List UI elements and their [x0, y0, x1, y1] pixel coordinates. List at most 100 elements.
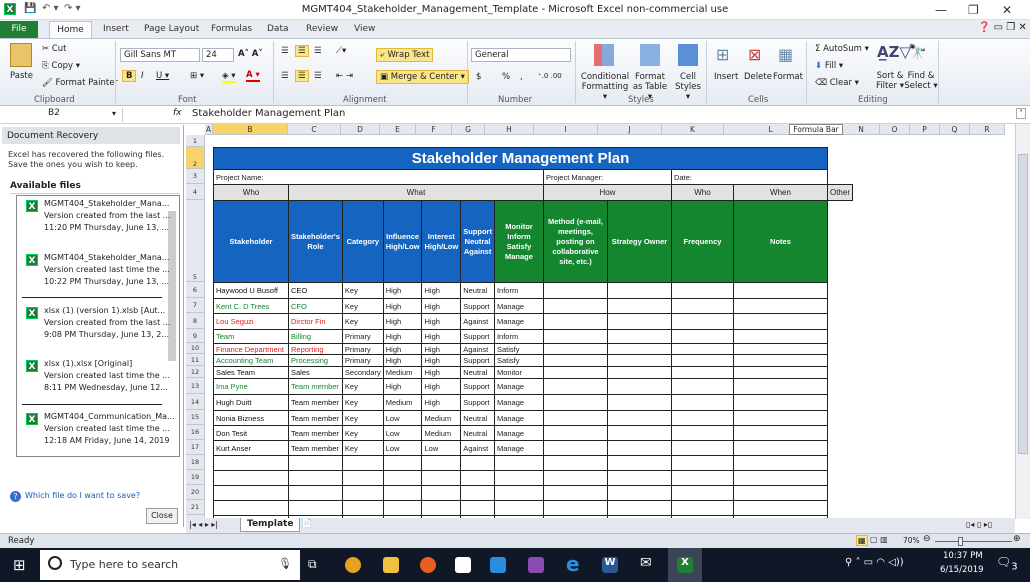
header-cell[interactable]: Monitor Inform Satisfy Manage [493, 200, 544, 283]
table-cell[interactable]: Low [382, 425, 423, 441]
table-cell[interactable]: Inform [493, 329, 544, 344]
table-cell[interactable] [542, 313, 608, 330]
table-cell[interactable]: Neutral [460, 282, 495, 299]
file-explorer-icon[interactable] [383, 557, 399, 573]
group-header[interactable]: How [542, 184, 672, 201]
table-cell[interactable] [732, 313, 828, 330]
table-cell[interactable] [542, 500, 608, 516]
align-bottom-icon[interactable]: ☰ [314, 46, 322, 56]
table-cell[interactable] [341, 485, 384, 501]
table-cell[interactable]: Haywood U Busoff [213, 282, 289, 299]
table-cell[interactable] [542, 440, 608, 456]
table-cell[interactable]: Sales Team [213, 366, 289, 379]
table-cell[interactable] [732, 354, 828, 367]
table-cell[interactable] [493, 485, 544, 501]
column-header-Q[interactable]: Q [940, 124, 970, 135]
table-cell[interactable]: Key [341, 410, 384, 426]
table-cell[interactable] [606, 366, 672, 379]
column-header-R[interactable]: R [970, 124, 1005, 135]
table-cell[interactable] [421, 485, 462, 501]
tab-data[interactable]: Data [267, 24, 289, 34]
row-header[interactable]: 6 [186, 282, 205, 298]
table-cell[interactable] [341, 470, 384, 486]
column-header-H[interactable]: H [485, 124, 534, 135]
table-cell[interactable]: High [421, 343, 462, 355]
table-cell[interactable] [670, 378, 734, 395]
table-cell[interactable]: Low [382, 440, 423, 456]
table-cell[interactable]: Team member [288, 378, 343, 395]
table-cell[interactable] [606, 410, 672, 426]
table-cell[interactable]: Key [341, 282, 384, 299]
table-cell[interactable]: Against [460, 313, 495, 330]
task-view-icon[interactable]: ⧉ [308, 557, 317, 572]
close-button[interactable]: ✕ [1002, 3, 1012, 17]
table-cell[interactable]: CFO [288, 298, 343, 314]
restore-button[interactable]: ❐ [968, 3, 979, 17]
table-cell[interactable] [213, 455, 289, 471]
autosum-button[interactable]: Σ AutoSum ▾ [815, 44, 869, 54]
which-file-link[interactable]: Which file do I want to save? [25, 491, 140, 500]
table-cell[interactable] [732, 440, 828, 456]
table-cell[interactable] [382, 485, 423, 501]
table-cell[interactable]: High [382, 343, 423, 355]
table-cell[interactable] [732, 425, 828, 441]
cut-button[interactable]: ✂ Cut [42, 44, 66, 54]
group-header[interactable]: Other [826, 184, 853, 201]
table-cell[interactable]: Key [341, 378, 384, 395]
media-player-icon[interactable] [490, 557, 506, 573]
table-cell[interactable]: Manage [493, 394, 544, 411]
table-cell[interactable]: Key [341, 440, 384, 456]
column-header-I[interactable]: I [534, 124, 598, 135]
column-header-J[interactable]: J [598, 124, 662, 135]
table-cell[interactable] [670, 455, 734, 471]
format-button[interactable]: Format [773, 72, 803, 82]
table-cell[interactable] [670, 329, 734, 344]
column-header-K[interactable]: K [662, 124, 724, 135]
zoom-out-icon[interactable]: ⊖ [923, 534, 931, 544]
table-cell[interactable] [493, 455, 544, 471]
delete-button[interactable]: Delete [744, 72, 772, 82]
tab-view[interactable]: View [354, 24, 375, 34]
table-cell[interactable]: Satisfy [493, 343, 544, 355]
table-cell[interactable]: High [421, 366, 462, 379]
action-center-icon[interactable]: 🗨3 [996, 555, 1018, 572]
normal-view-icon[interactable]: ▦ [856, 535, 868, 546]
table-cell[interactable] [542, 410, 608, 426]
table-cell[interactable] [606, 378, 672, 395]
table-cell[interactable]: Accounting Team [213, 354, 289, 367]
table-cell[interactable]: Support [460, 354, 495, 367]
table-cell[interactable]: Manage [493, 425, 544, 441]
date-cell[interactable]: Date: [670, 169, 828, 185]
table-cell[interactable] [421, 500, 462, 516]
worksheet-grid[interactable]: ABCDEFGHIJKLMNOPQR 123456789101112131415… [186, 124, 1015, 519]
align-left-icon[interactable]: ☰ [281, 71, 289, 81]
table-cell[interactable]: High [382, 282, 423, 299]
table-cell[interactable]: Medium [421, 410, 462, 426]
find-select-button[interactable]: Find & Select ▾ [904, 71, 938, 91]
project-name-cell[interactable]: Project Name: [213, 169, 544, 185]
table-cell[interactable] [606, 455, 672, 471]
underline-button[interactable]: U ▾ [156, 71, 169, 81]
header-cell[interactable]: Influence High/Low [382, 200, 423, 283]
tab-home[interactable]: Home [49, 21, 92, 39]
row-header[interactable]: 21 [186, 500, 205, 515]
table-cell[interactable]: Lou Seguzi [213, 313, 289, 330]
row-header[interactable]: 8 [186, 313, 205, 329]
column-header-F[interactable]: F [416, 124, 452, 135]
table-cell[interactable]: Key [341, 298, 384, 314]
hscroll-icon[interactable]: ▯◂ ▯ ▸▯ [966, 520, 992, 529]
table-cell[interactable] [542, 394, 608, 411]
column-header-G[interactable]: G [452, 124, 485, 135]
italic-button[interactable]: I [141, 71, 144, 81]
table-cell[interactable]: High [421, 378, 462, 395]
row-header[interactable]: 4 [186, 184, 205, 200]
cell-styles-button[interactable]: Cell Styles ▾ [672, 72, 704, 102]
table-cell[interactable]: High [421, 313, 462, 330]
table-cell[interactable] [670, 343, 734, 355]
table-cell[interactable]: Finance Department [213, 343, 289, 355]
table-cell[interactable] [288, 455, 343, 471]
row-header[interactable]: 15 [186, 410, 205, 425]
table-cell[interactable]: High [382, 354, 423, 367]
store-icon[interactable] [455, 557, 471, 573]
table-cell[interactable]: Secondary [341, 366, 384, 379]
